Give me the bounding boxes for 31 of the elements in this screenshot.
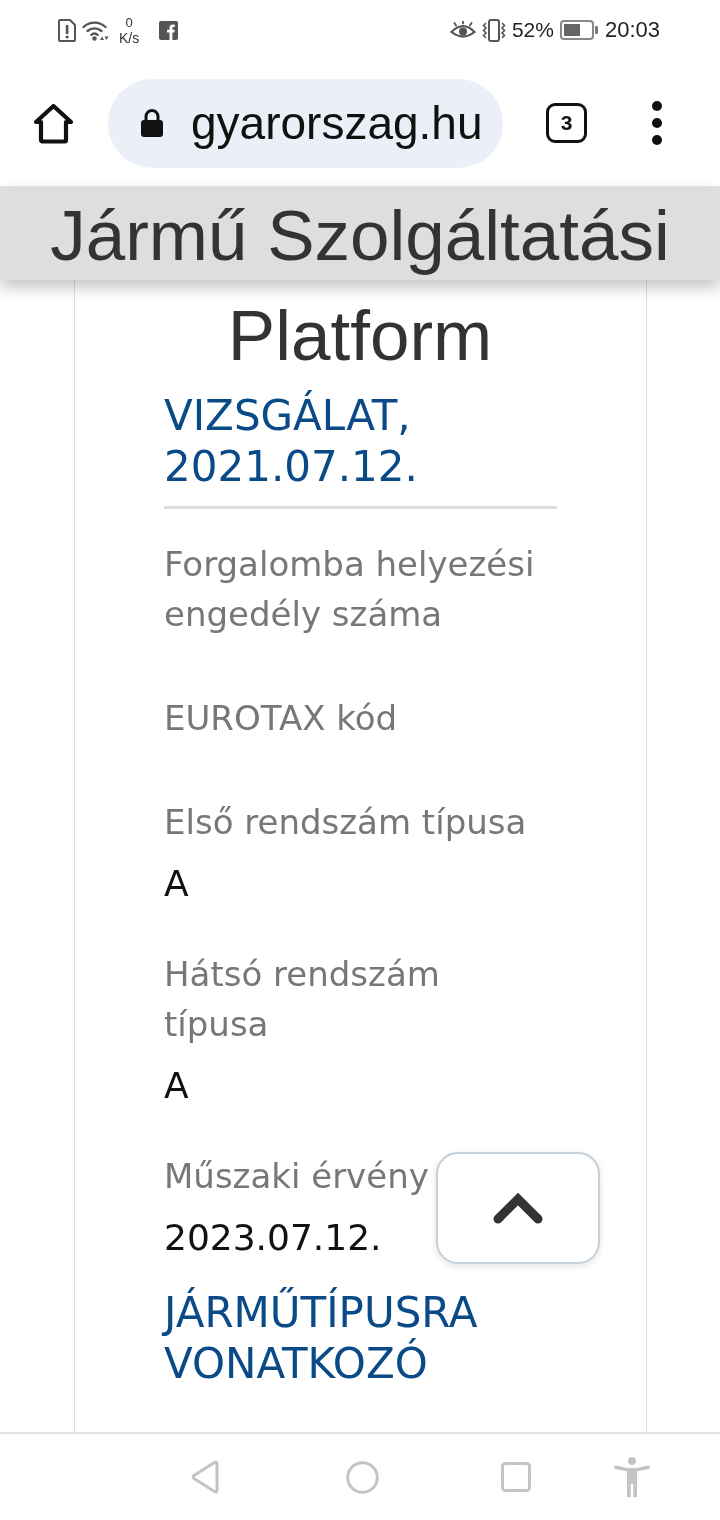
field-label: Első rendszám típusa — [164, 801, 527, 844]
chevron-up-icon — [493, 1192, 543, 1224]
app-notification-icon — [159, 20, 179, 40]
eye-icon — [449, 21, 476, 39]
wifi-icon — [82, 19, 109, 41]
home-icon[interactable] — [33, 102, 74, 144]
accessibility-icon[interactable] — [613, 1457, 651, 1497]
header-title: Jármű Szolgáltatási Platform — [49, 195, 671, 377]
net-speed-unit: K/s — [119, 29, 140, 46]
field-value: A — [164, 862, 189, 906]
recents-square-icon[interactable] — [501, 1462, 531, 1492]
battery-icon — [559, 20, 599, 40]
field-label: Forgalomba helyezési engedély száma — [164, 543, 536, 636]
back-icon[interactable] — [190, 1460, 220, 1494]
net-speed-value: 0 — [125, 14, 133, 30]
scroll-top-button[interactable] — [436, 1152, 600, 1264]
clock-time: 20:03 — [604, 17, 660, 43]
home-circle-icon[interactable] — [346, 1460, 379, 1494]
field-label: EUROTAX kód — [164, 697, 398, 740]
section-heading: VIZSGÁLAT, 2021.07.12. — [164, 390, 419, 492]
field-value: A — [164, 1064, 189, 1108]
field-label: Műszaki érvény — [164, 1155, 429, 1198]
lock-icon — [140, 108, 164, 138]
vibrate-icon — [481, 18, 506, 42]
address-field[interactable]: gyarorszag.hu — [108, 78, 503, 168]
field-value: 2023.07.12. — [164, 1216, 382, 1260]
battery-percent: 52% — [511, 17, 554, 43]
sim-alert-icon — [58, 18, 76, 42]
menu-icon[interactable] — [651, 100, 663, 146]
tab-count-button[interactable]: 3 — [546, 103, 587, 143]
field-label: Hátsó rendszám típusa — [164, 953, 441, 1046]
